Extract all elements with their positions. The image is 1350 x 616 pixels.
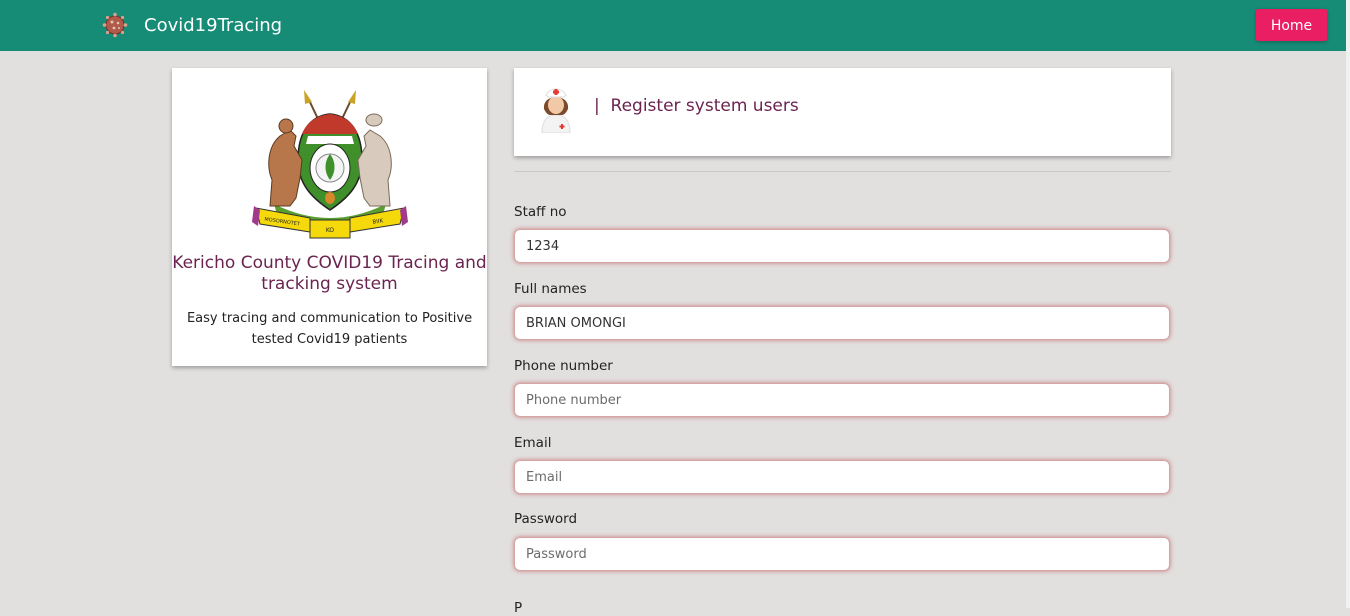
brand-text: Covid19Tracing [144, 14, 283, 36]
navbar: Covid19Tracing Home [0, 0, 1346, 51]
email-input[interactable] [514, 460, 1170, 494]
scrollbar[interactable] [1346, 0, 1350, 608]
staff-no-input[interactable] [514, 229, 1170, 263]
full-names-label: Full names [514, 281, 587, 297]
county-title: Kericho County COVID19 Tracing and track… [172, 253, 487, 294]
crest-motto-middle: KO [326, 227, 335, 234]
brand-link[interactable]: Covid19Tracing [102, 12, 282, 38]
county-info-card: MOSORNOTET KO BIIK Kericho County COVID1… [172, 68, 487, 366]
county-crest-logo: MOSORNOTET KO BIIK [252, 90, 408, 239]
password-label: Password [514, 511, 578, 527]
phone-input[interactable] [514, 383, 1170, 417]
nurse-icon [541, 88, 571, 133]
virus-icon [102, 12, 128, 38]
full-names-input[interactable] [514, 306, 1170, 340]
register-header-card: | Register system users [514, 68, 1171, 156]
password-input[interactable] [514, 537, 1170, 571]
divider [514, 171, 1171, 172]
phone-label: Phone number [514, 358, 613, 374]
home-button[interactable]: Home [1256, 9, 1327, 41]
staff-no-label: Staff no [514, 204, 567, 220]
county-subtitle: Easy tracing and communication to Positi… [186, 311, 473, 347]
next-field-label: P [514, 600, 523, 616]
register-title: | Register system users [594, 96, 799, 116]
email-label: Email [514, 435, 552, 451]
